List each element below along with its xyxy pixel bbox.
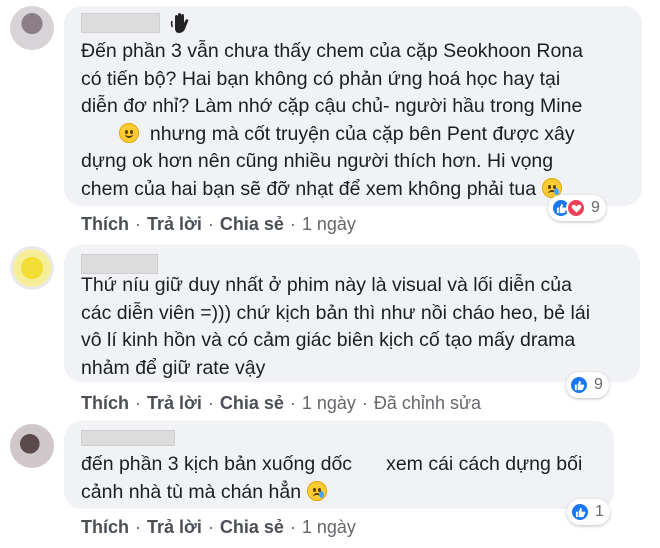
reaction-count: 9 [594, 376, 603, 393]
timestamp[interactable]: 1 ngày [302, 393, 356, 413]
edited-label[interactable]: Đã chỉnh sửa [374, 393, 481, 413]
love-reaction-icon [566, 198, 586, 218]
like-reaction-icon [569, 375, 589, 395]
timestamp[interactable]: 1 ngày [302, 214, 356, 234]
smile-emoji-icon [119, 122, 139, 143]
comment-text: Thứ níu giữ duy nhất ở phim này là visua… [81, 274, 591, 379]
reaction-count: 1 [595, 503, 604, 520]
crying-emoji-icon [306, 480, 327, 501]
share-button[interactable]: Chia sẻ [220, 214, 284, 234]
timestamp[interactable]: 1 ngày [302, 517, 356, 537]
avatar[interactable] [10, 6, 54, 50]
reaction-summary[interactable]: 9 [548, 195, 606, 221]
author-name[interactable] [81, 254, 158, 274]
like-button[interactable]: Thích [81, 517, 129, 537]
author-name[interactable] [81, 430, 175, 446]
wave-hand-icon [169, 11, 193, 35]
share-button[interactable]: Chia sẻ [220, 393, 284, 413]
like-button[interactable]: Thích [81, 214, 129, 234]
comment-text: Đến phần 3 vẫn chưa thấy chem của cặp Se… [81, 40, 583, 200]
like-reaction-icon [570, 502, 590, 522]
reaction-count: 9 [591, 199, 600, 216]
reaction-summary[interactable]: 9 [566, 372, 609, 398]
comment-actions: Thích · Trả lời · Chia sẻ · 1 ngày · Đã chỉnh sử… [81, 393, 482, 413]
avatar[interactable] [10, 246, 54, 290]
reaction-summary[interactable]: 1 [567, 499, 610, 525]
reply-button[interactable]: Trả lời [147, 393, 202, 413]
avatar[interactable] [10, 424, 54, 468]
reply-button[interactable]: Trả lời [147, 517, 202, 537]
like-button[interactable]: Thích [81, 393, 129, 413]
share-button[interactable]: Chia sẻ [220, 517, 284, 537]
comment-actions: Thích · Trả lời · Chia sẻ · 1 ngày [81, 214, 356, 234]
comment-actions: Thích · Trả lời · Chia sẻ · 1 ngày [81, 517, 356, 537]
author-name[interactable] [81, 13, 160, 33]
comment-text: đến phần 3 kịch bản xuống dốc xem cái các… [81, 453, 583, 503]
reply-button[interactable]: Trả lời [147, 214, 202, 234]
